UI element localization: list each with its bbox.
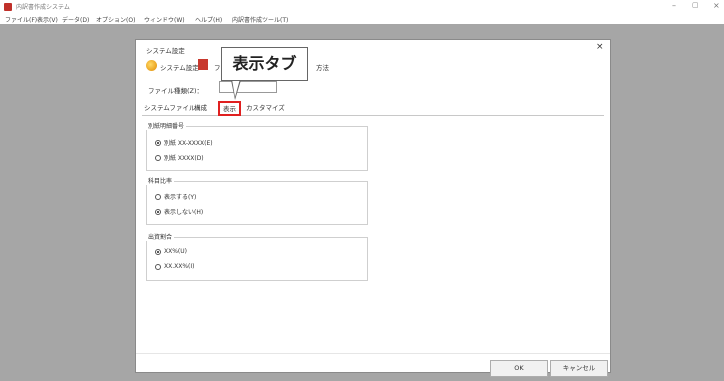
title-bar: 内訳書作成システム – ▢ ×: [0, 0, 724, 14]
dialog-title: システム設定: [146, 47, 185, 55]
system-settings-dialog: システム設定 × システム設定 ファ 方法 ファイル種類(Z)： システムファイ…: [135, 39, 611, 377]
menu-file[interactable]: ファイル(F): [5, 15, 37, 24]
app-title: 内訳書作成システム: [16, 4, 70, 11]
menu-options[interactable]: オプション(O): [96, 15, 135, 24]
file-type-label: ファイル種類(Z)：: [148, 87, 204, 95]
group-investment-ratio: XX%(U) XX.XX%(I): [146, 237, 368, 281]
menu-view[interactable]: 表示(V): [37, 15, 58, 24]
menu-bar: ファイル(F) 表示(V) データ(D) オプション(O) ウィンドウ(W) ヘ…: [0, 14, 724, 24]
maximize-button[interactable]: ▢: [692, 1, 699, 9]
menu-data[interactable]: データ(D): [62, 15, 89, 24]
tab-structure[interactable]: 構成: [194, 102, 207, 115]
group-title: 科目比率: [146, 176, 175, 185]
file-type-select[interactable]: [219, 81, 277, 93]
radio-selected-icon: [155, 208, 161, 215]
file-icon: [198, 59, 208, 70]
radio-label: 別紙 XXXX(D): [164, 155, 204, 162]
callout-label: 表示タブ: [221, 47, 308, 81]
group-attachment-number: 別紙 XX-XXXX(E) 別紙 XXXX(D): [146, 126, 368, 171]
radio-unselected-icon: [155, 154, 161, 161]
footer-separator: [136, 353, 610, 354]
group-subject-ratio: 表示する(Y) 表示しない(H): [146, 181, 368, 225]
radio-selected-icon: [155, 248, 161, 255]
radio-label: 表示する(Y): [164, 194, 197, 201]
radio-unselected-icon: [155, 263, 161, 270]
radio-unselected-icon: [155, 193, 161, 200]
menu-tools[interactable]: 内訳書作成ツール(T): [232, 15, 288, 24]
tab-highlight-box: [218, 101, 241, 116]
menu-help[interactable]: ヘルプ(H): [195, 15, 222, 24]
radio-option[interactable]: 表示する(Y): [155, 192, 196, 201]
tab-system-file[interactable]: システムファイル: [144, 102, 195, 115]
tab-customize[interactable]: カスタマイズ: [246, 102, 285, 115]
group-title: 出資割合: [146, 232, 175, 241]
cancel-button[interactable]: キャンセル: [550, 360, 608, 377]
ok-button[interactable]: OK: [490, 360, 548, 377]
radio-option[interactable]: 別紙 XXXX(D): [155, 153, 204, 162]
header-system-settings[interactable]: システム設定: [160, 62, 199, 72]
radio-option[interactable]: 別紙 XX-XXXX(E): [155, 138, 213, 147]
app-icon: [4, 3, 12, 11]
radio-option[interactable]: XX%(U): [155, 248, 187, 255]
minimize-button[interactable]: –: [672, 1, 676, 10]
close-window-button[interactable]: ×: [713, 1, 720, 10]
radio-label: 表示しない(H): [164, 209, 204, 216]
header-method[interactable]: 方法: [316, 62, 329, 72]
radio-selected-icon: [155, 139, 161, 146]
system-settings-icon: [146, 60, 157, 71]
group-title: 別紙明細番号: [146, 121, 187, 130]
radio-option[interactable]: XX.XX%(I): [155, 263, 195, 270]
callout-pointer-fill: [232, 79, 240, 97]
radio-label: XX%(U): [164, 248, 187, 255]
radio-label: XX.XX%(I): [164, 263, 195, 270]
radio-label: 別紙 XX-XXXX(E): [164, 140, 213, 147]
menu-window[interactable]: ウィンドウ(W): [144, 15, 185, 24]
dialog-close-button[interactable]: ×: [596, 42, 604, 52]
radio-option[interactable]: 表示しない(H): [155, 207, 203, 216]
